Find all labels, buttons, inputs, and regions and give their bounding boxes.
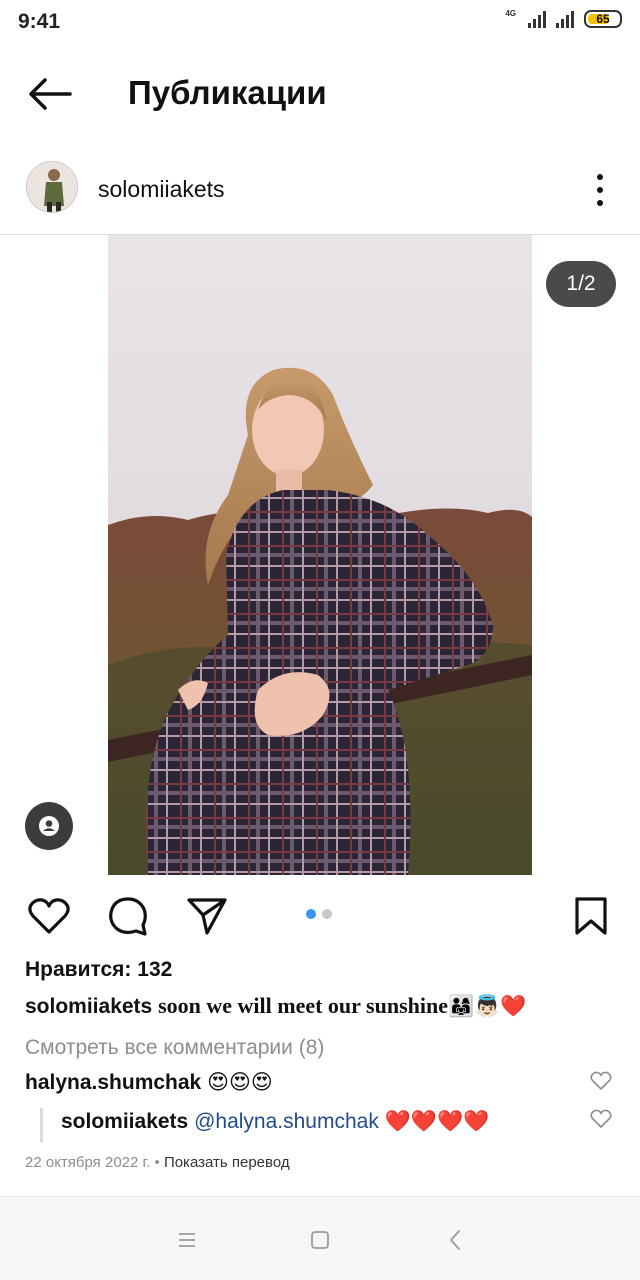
view-all-comments-link[interactable]: Смотреть все комментарии (8): [25, 1036, 324, 1060]
post-username[interactable]: solomiiakets: [98, 176, 225, 203]
reply: solomiiakets @halyna.shumchak ❤️❤️❤️❤️: [61, 1110, 489, 1134]
post-media[interactable]: 1/2: [0, 235, 640, 875]
show-translation-link[interactable]: Показать перевод: [164, 1154, 290, 1171]
more-options-button[interactable]: [584, 172, 616, 208]
caption-username[interactable]: solomiiakets: [25, 995, 152, 1018]
back-nav-button[interactable]: [440, 1225, 470, 1255]
comment-like-icon[interactable]: [590, 1071, 612, 1091]
comment-text: 😍😍😍: [207, 1071, 273, 1094]
like-button[interactable]: [26, 893, 72, 939]
status-icons: 4G 65: [505, 10, 622, 28]
arrow-left-icon: [29, 78, 72, 110]
person-icon: [39, 816, 59, 836]
carousel-dot: [322, 909, 332, 919]
more-dot: [597, 200, 603, 206]
image-counter-badge: 1/2: [546, 261, 616, 307]
reply-mention[interactable]: @halyna.shumchak: [194, 1110, 379, 1133]
page-title: Публикации: [128, 74, 327, 111]
signal-2-icon: [556, 10, 574, 28]
post-photo[interactable]: [108, 235, 532, 875]
send-icon: [187, 898, 227, 935]
home-nav-button[interactable]: [305, 1225, 335, 1255]
caption: solomiiakets soon we will meet our sunsh…: [25, 993, 625, 1019]
avatar[interactable]: [26, 161, 78, 213]
meta-separator: •: [154, 1154, 160, 1171]
square-icon: [311, 1231, 329, 1249]
heart-icon: [28, 898, 70, 934]
reply-text: ❤️❤️❤️❤️: [384, 1110, 490, 1133]
network-type: 4G: [505, 9, 516, 18]
status-bar: 9:41 4G 65: [0, 0, 640, 44]
comment: halyna.shumchak 😍😍😍: [25, 1070, 273, 1095]
app-header: Публикации: [0, 50, 640, 140]
comment-icon: [109, 897, 147, 936]
reply-username[interactable]: solomiiakets: [61, 1110, 188, 1133]
caption-emoji: 👨‍👩‍👧👼🏻❤️: [447, 995, 527, 1018]
reply-like-icon[interactable]: [590, 1109, 612, 1129]
post-meta: 22 октября 2022 г. • Показать перевод: [25, 1154, 290, 1171]
back-button[interactable]: [26, 74, 74, 114]
menu-icon: [179, 1233, 195, 1247]
battery-icon: 65: [584, 10, 622, 28]
more-dot: [597, 187, 603, 193]
comment-button[interactable]: [105, 893, 151, 939]
post-header: solomiiakets: [0, 152, 640, 224]
bookmark-icon: [575, 897, 607, 935]
caption-text: soon we will meet our sunshine: [158, 993, 448, 1018]
action-bar: [0, 885, 640, 945]
reply-thread-line: [40, 1108, 43, 1142]
likes-count[interactable]: Нравится: 132: [25, 958, 172, 982]
comment-username[interactable]: halyna.shumchak: [25, 1071, 201, 1094]
chevron-left-icon: [450, 1230, 460, 1250]
system-nav-bar: [0, 1196, 640, 1280]
avatar-image: [27, 162, 77, 212]
tagged-users-button[interactable]: [25, 802, 73, 850]
share-button[interactable]: [184, 893, 230, 939]
carousel-dot-active: [306, 909, 316, 919]
more-dot: [597, 174, 603, 180]
post-date: 22 октября 2022 г.: [25, 1154, 151, 1171]
battery-level: 65: [596, 12, 610, 26]
signal-1-icon: [528, 10, 546, 28]
status-time: 9:41: [18, 10, 61, 33]
carousel-indicator: [306, 909, 332, 919]
menu-nav-button[interactable]: [172, 1225, 202, 1255]
save-button[interactable]: [568, 893, 614, 939]
